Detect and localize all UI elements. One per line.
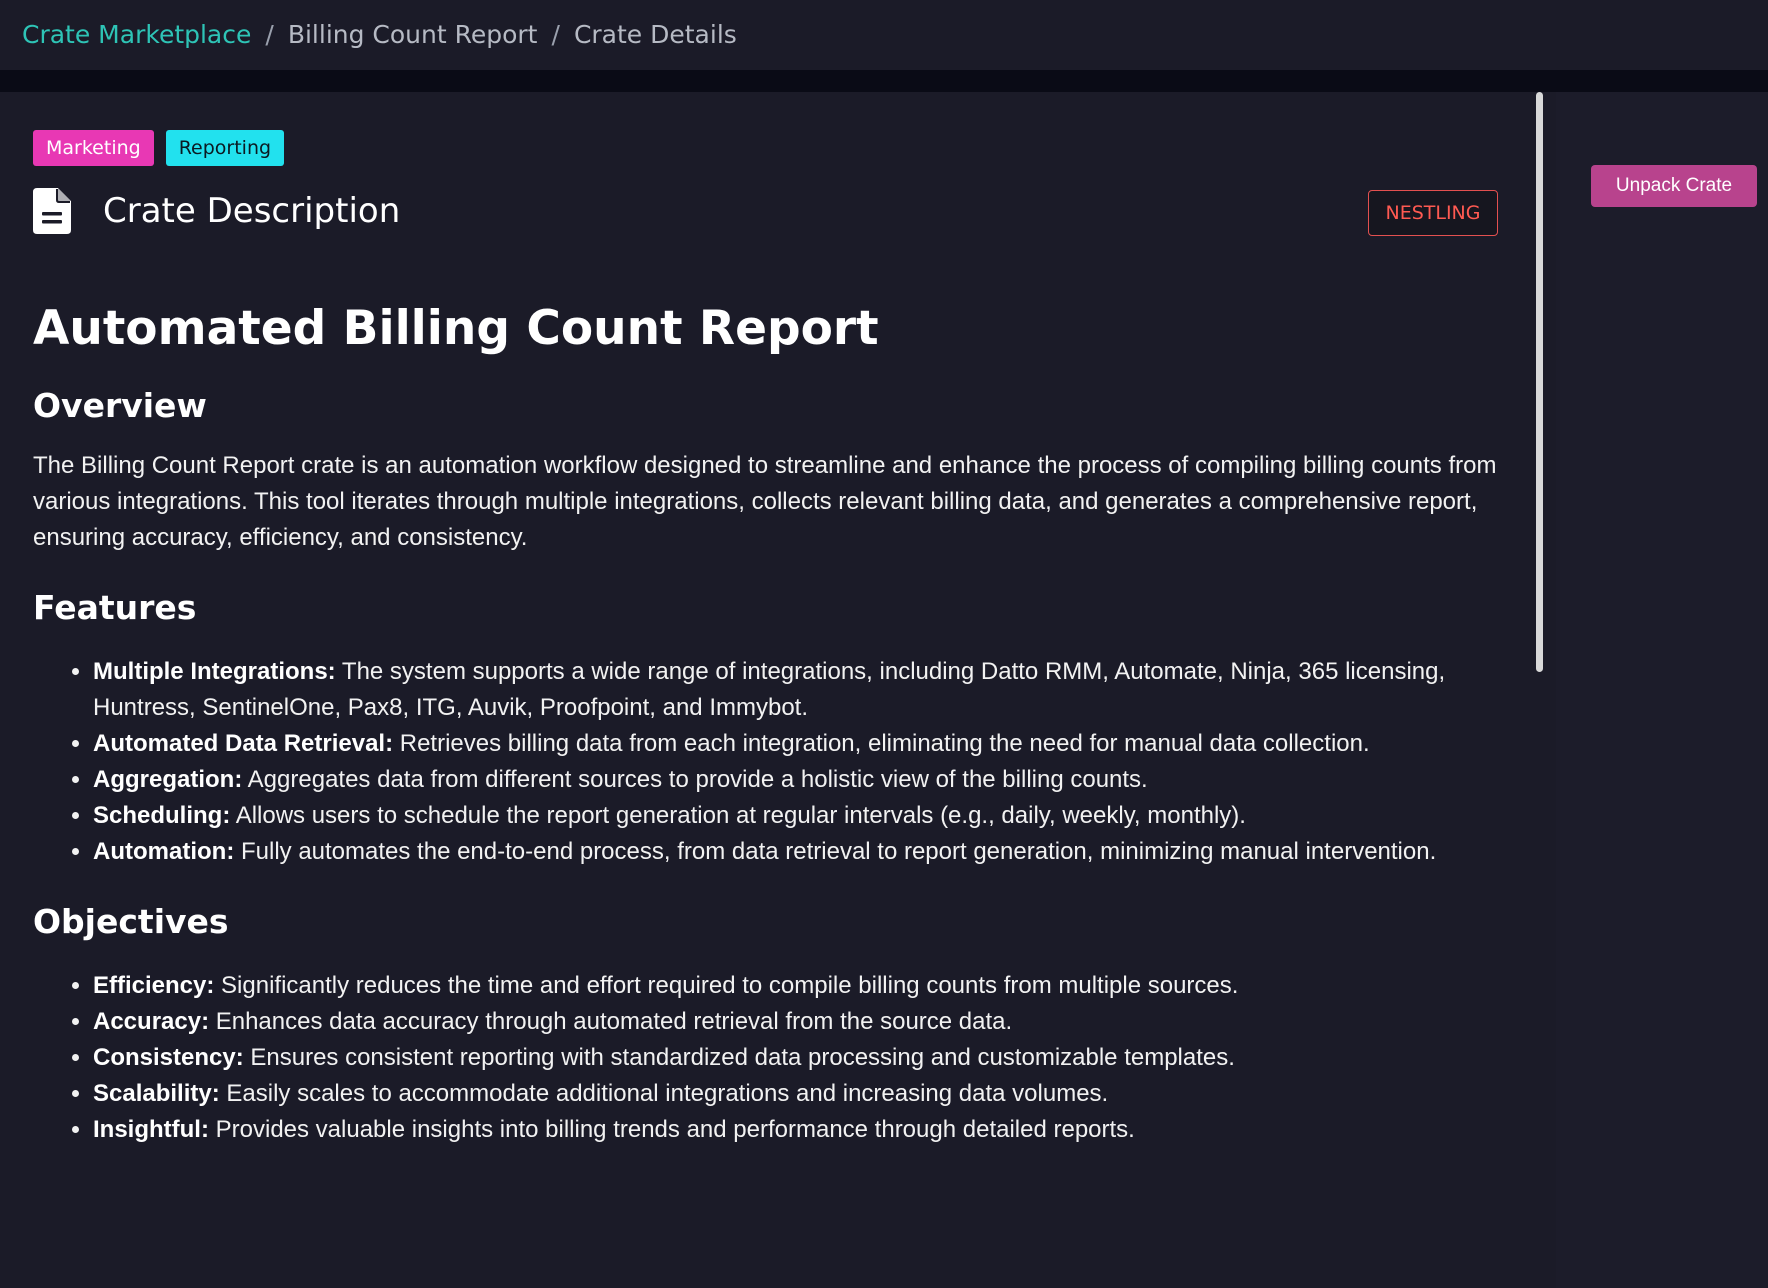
list-item-text: Significantly reduces the time and effor… (214, 972, 1239, 999)
list-item-term: Multiple Integrations: (93, 658, 336, 685)
objectives-list: Efficiency: Significantly reduces the ti… (33, 968, 1503, 1148)
list-item: Scalability: Easily scales to accommodat… (93, 1076, 1503, 1112)
section-title: Crate Description (103, 191, 401, 231)
list-item-text: Enhances data accuracy through automated… (209, 1008, 1013, 1035)
list-item-term: Efficiency: (93, 972, 215, 999)
list-item: Consistency: Ensures consistent reportin… (93, 1040, 1503, 1076)
list-item-text: Easily scales to accommodate additional … (219, 1080, 1109, 1107)
tag-list: Marketing Reporting (33, 130, 285, 166)
list-item-term: Scalability: (93, 1080, 220, 1107)
crate-description-content: Automated Billing Count Report Overview … (33, 296, 1503, 1148)
list-item: Automated Data Retrieval: Retrieves bill… (93, 726, 1503, 762)
breadcrumb-separator: / (265, 19, 274, 49)
list-item: Aggregation: Aggregates data from differ… (93, 762, 1503, 798)
tag-reporting: Reporting (165, 130, 285, 166)
list-item: Efficiency: Significantly reduces the ti… (93, 968, 1503, 1004)
breadcrumb-separator: / (551, 19, 560, 49)
list-item-term: Accuracy: (93, 1008, 210, 1035)
features-list: Multiple Integrations: The system suppor… (33, 654, 1503, 870)
crate-description-header: Crate Description (33, 188, 400, 234)
breadcrumb-crate-details: Crate Details (573, 19, 737, 49)
features-heading: Features (33, 588, 197, 627)
list-item-term: Scheduling: (93, 802, 231, 829)
overview-text: The Billing Count Report crate is an aut… (33, 452, 1497, 551)
objectives-heading: Objectives (33, 902, 229, 941)
list-item-term: Insightful: (93, 1116, 209, 1143)
status-badge: NESTLING (1368, 190, 1498, 236)
list-item: Multiple Integrations: The system suppor… (93, 654, 1503, 726)
document-title: Automated Billing Count Report (33, 301, 879, 356)
right-side-panel (1556, 92, 1768, 1288)
list-item: Scheduling: Allows users to schedule the… (93, 798, 1503, 834)
list-item-text: Provides valuable insights into billing … (208, 1116, 1135, 1143)
list-item-text: Ensures consistent reporting with standa… (243, 1044, 1235, 1071)
list-item-text: Fully automates the end-to-end process, … (234, 838, 1437, 865)
list-item: Accuracy: Enhances data accuracy through… (93, 1004, 1503, 1040)
document-icon (33, 188, 71, 234)
breadcrumb: Crate Marketplace / Billing Count Report… (22, 0, 737, 68)
list-item-term: Automated Data Retrieval: (93, 730, 394, 757)
unpack-crate-button[interactable]: Unpack Crate (1591, 165, 1757, 207)
list-item-text: Allows users to schedule the report gene… (230, 802, 1246, 829)
list-item-term: Consistency: (93, 1044, 244, 1071)
scrollbar-thumb[interactable] (1536, 92, 1543, 672)
list-item-text: Retrieves billing data from each integra… (393, 730, 1370, 757)
breadcrumb-billing-count-report: Billing Count Report (287, 19, 538, 49)
list-item: Automation: Fully automates the end-to-e… (93, 834, 1503, 870)
list-item-text: Aggregates data from different sources t… (242, 766, 1148, 793)
top-bar: Crate Marketplace / Billing Count Report… (0, 0, 1768, 92)
list-item: Insightful: Provides valuable insights i… (93, 1112, 1503, 1148)
breadcrumb-crate-marketplace[interactable]: Crate Marketplace (22, 20, 251, 49)
list-item-term: Automation: (93, 838, 235, 865)
overview-heading: Overview (33, 386, 207, 425)
tag-marketing: Marketing (33, 130, 154, 166)
list-item-term: Aggregation: (93, 766, 243, 793)
